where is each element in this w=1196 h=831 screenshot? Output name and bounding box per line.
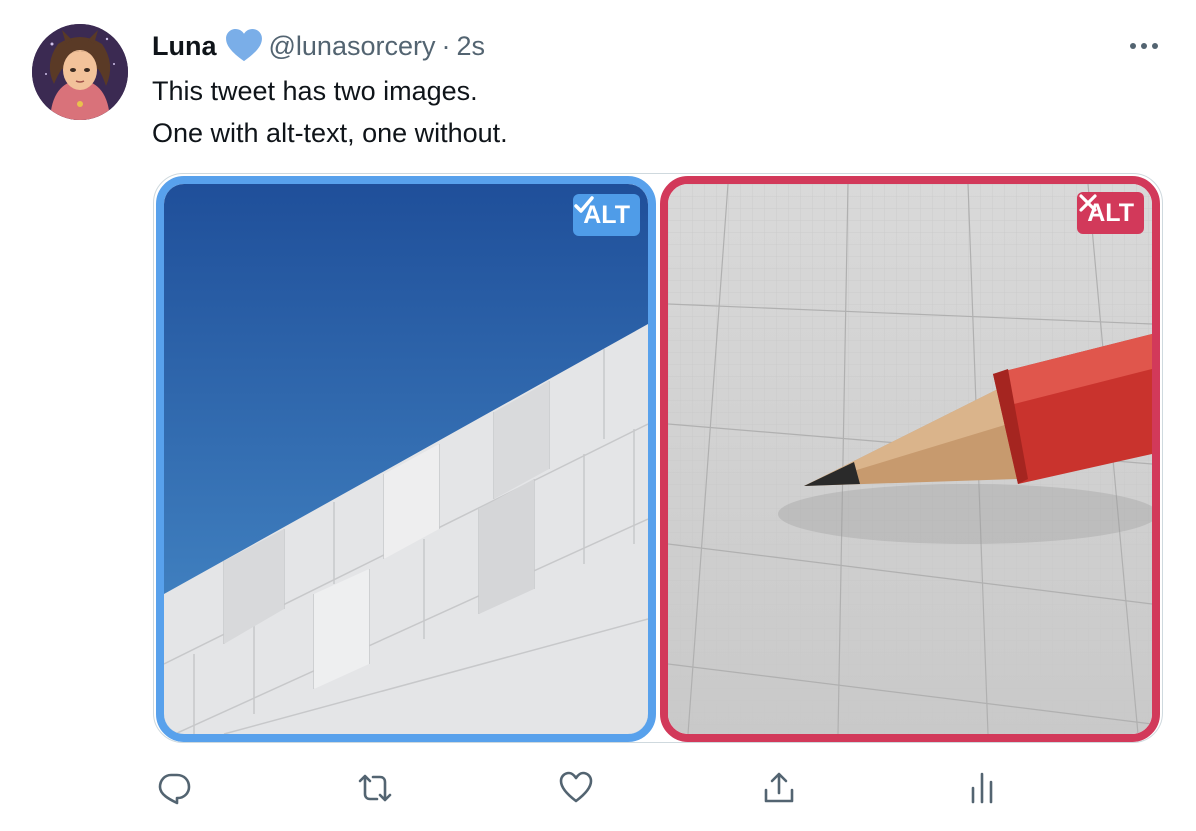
- building-photo: [164, 184, 648, 734]
- share-button[interactable]: [757, 766, 801, 810]
- alt-badge-present[interactable]: ALT: [573, 194, 640, 236]
- check-icon: [574, 196, 594, 213]
- like-icon: [559, 771, 593, 803]
- verified-heart-icon: [225, 29, 262, 62]
- media-image-without-alt[interactable]: ALT: [660, 176, 1160, 742]
- more-dots-icon: [1130, 43, 1158, 49]
- x-icon: [1079, 194, 1097, 212]
- more-options-button[interactable]: [1124, 36, 1164, 56]
- tweet-text-line: This tweet has two images.: [152, 76, 478, 106]
- tweet-text-line: One with alt-text, one without.: [152, 118, 508, 148]
- media-grid: ALT ALT: [153, 173, 1163, 743]
- analytics-icon: [971, 772, 993, 804]
- reply-icon: [158, 773, 191, 805]
- author-name[interactable]: Luna: [152, 31, 217, 62]
- media-image-with-alt[interactable]: ALT: [156, 176, 656, 742]
- author-handle[interactable]: @lunasorcery: [269, 31, 436, 62]
- tweet-timestamp[interactable]: 2s: [456, 31, 485, 62]
- tweet-text: This tweet has two images. One with alt-…: [152, 70, 508, 154]
- like-button[interactable]: [554, 766, 598, 810]
- separator-dot: ·: [441, 30, 451, 61]
- retweet-icon: [358, 774, 392, 802]
- avatar-image: [32, 24, 128, 120]
- tweet-header: Luna @lunasorcery · 2s: [152, 26, 485, 66]
- share-icon: [764, 772, 794, 803]
- tweet-action-bar: [0, 766, 1196, 810]
- reply-button[interactable]: [152, 766, 196, 810]
- avatar[interactable]: [32, 24, 128, 120]
- analytics-button[interactable]: [960, 766, 1004, 810]
- pencil-photo: [668, 184, 1152, 734]
- retweet-button[interactable]: [353, 766, 397, 810]
- alt-badge-missing[interactable]: ALT: [1077, 192, 1144, 234]
